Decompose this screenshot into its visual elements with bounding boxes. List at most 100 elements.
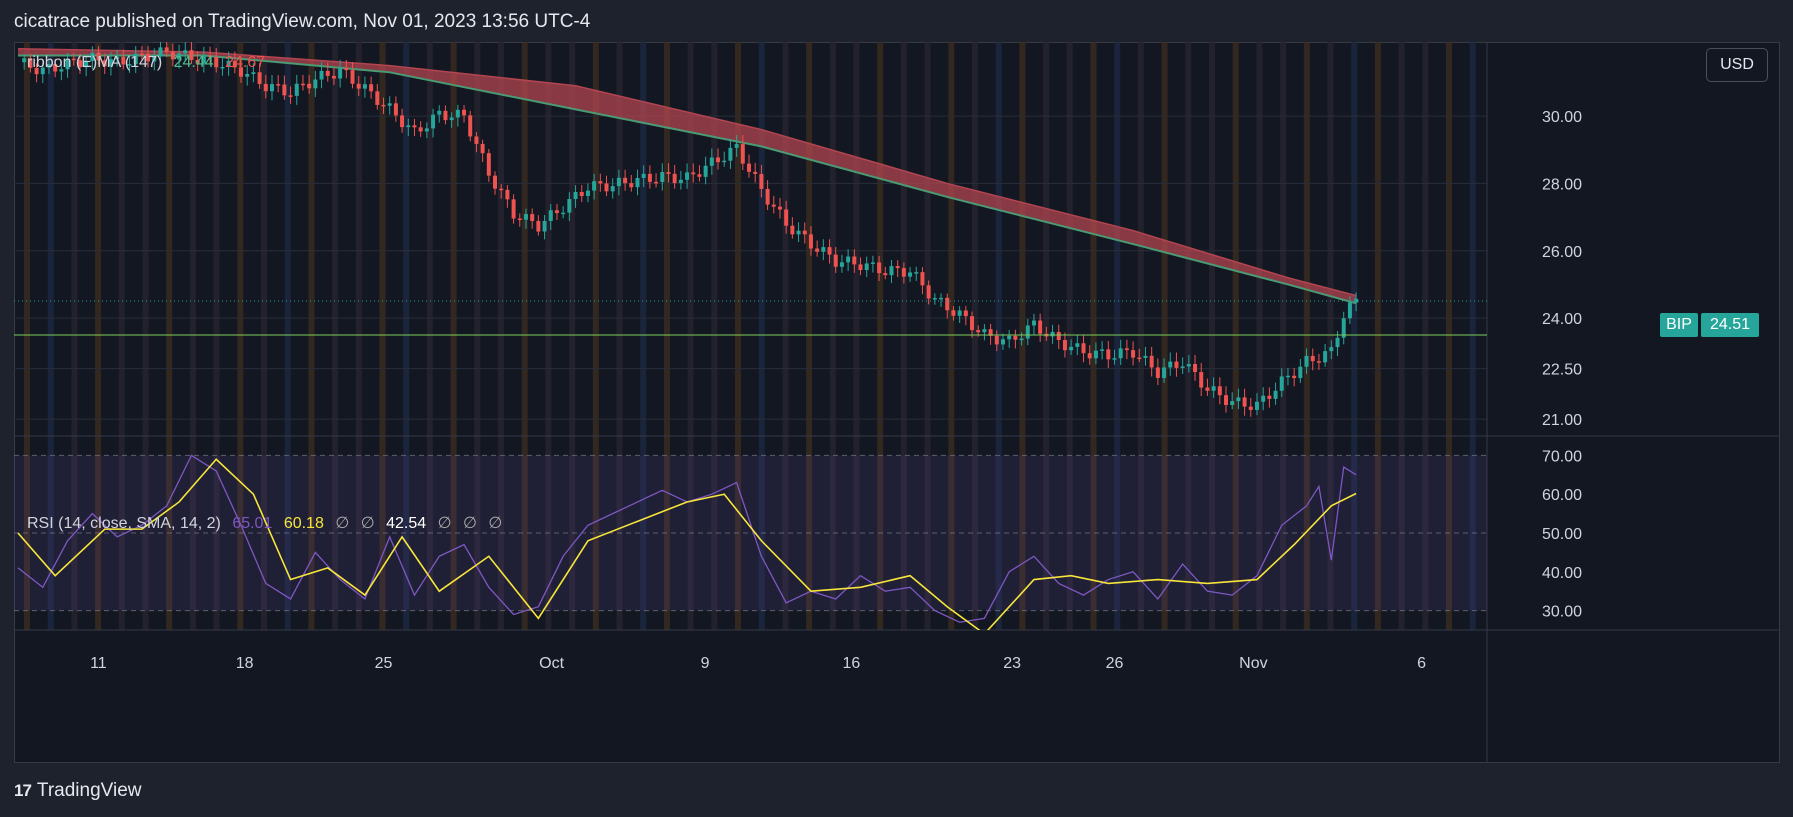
rsi-legend-empty-5: ∅	[488, 515, 503, 532]
candle-body	[276, 84, 281, 86]
candle-body	[424, 128, 429, 132]
candle-body	[821, 247, 826, 252]
candle-body	[654, 181, 659, 184]
candle-body	[815, 248, 820, 252]
rsi-legend-value: 65.01	[232, 515, 273, 532]
candle-body	[629, 183, 634, 188]
rsi-legend-empty-3: ∅	[437, 515, 452, 532]
candle-body	[1031, 320, 1036, 326]
candle-body	[1316, 361, 1321, 363]
candle-body	[307, 83, 312, 89]
tradingview-logo[interactable]: 17 TradingView	[14, 780, 141, 802]
rsi-legend-name: RSI (14, close, SMA, 14, 2)	[27, 515, 221, 532]
candle-body	[1304, 355, 1309, 367]
candle-body	[288, 95, 293, 97]
candle-body	[480, 143, 485, 154]
candle-body	[561, 212, 566, 215]
candle-body	[455, 109, 460, 118]
candle-body	[356, 83, 361, 89]
currency-button[interactable]: USD	[1706, 48, 1768, 82]
candle-body	[939, 297, 944, 300]
candle-body	[1224, 395, 1229, 406]
candle-body	[1056, 331, 1061, 341]
candle-body	[796, 230, 801, 235]
candle-body	[1106, 349, 1111, 360]
candle-body	[511, 199, 516, 219]
candle-body	[895, 266, 900, 269]
time-axis-label: 25	[375, 655, 393, 672]
candle-body	[716, 157, 721, 163]
candle-body	[331, 75, 336, 79]
price-axis-label: 21.00	[1542, 412, 1582, 429]
chart-canvas[interactable]: 30.00 28.00 26.00 24.00 22.50 21.00 70.00 60.00…	[14, 42, 1780, 763]
candle-body	[362, 84, 367, 89]
rsi-legend-ma-value: 60.18	[283, 515, 324, 532]
candle-body	[1279, 376, 1284, 391]
candle-body	[375, 91, 380, 105]
candle-body	[325, 70, 330, 76]
candle-body	[263, 83, 268, 92]
tradingview-brand: TradingView	[36, 780, 142, 801]
candle-body	[523, 214, 528, 220]
candle-body	[1038, 320, 1043, 334]
candle-body	[784, 209, 789, 226]
candle-body	[1329, 347, 1334, 352]
candle-body	[269, 84, 274, 92]
candle-body	[1261, 395, 1266, 402]
candle-body	[1168, 361, 1173, 368]
candle-body	[1155, 367, 1160, 378]
candle-body	[1273, 390, 1278, 399]
candle-body	[505, 189, 510, 200]
candle-body	[926, 285, 931, 299]
candle-body	[1267, 395, 1272, 399]
candle-body	[970, 316, 975, 331]
rsi-axis-label: 30.00	[1542, 604, 1582, 621]
candle-body	[1075, 343, 1080, 347]
candle-body	[734, 144, 739, 148]
candle-body	[610, 186, 615, 192]
price-axis-label: 28.00	[1542, 176, 1582, 193]
rsi-axis-label: 60.00	[1542, 487, 1582, 504]
price-axis-label: 30.00	[1542, 109, 1582, 126]
candle-body	[1298, 366, 1303, 379]
candle-body	[1062, 340, 1067, 351]
candle-body	[697, 174, 702, 177]
ribbon-legend[interactable]: ribbon (E)MA (147) 24.44 24.67	[27, 54, 272, 72]
candle-body	[1180, 366, 1185, 368]
candle-body	[691, 172, 696, 175]
candle-body	[839, 262, 844, 267]
candle-body	[1019, 338, 1024, 341]
symbol-badge: BIP	[1660, 313, 1698, 337]
candle-body	[598, 181, 603, 184]
candle-body	[393, 103, 398, 116]
candle-body	[1025, 325, 1030, 339]
candle-body	[1236, 397, 1241, 402]
rsi-legend-empty-1: ∅	[335, 515, 350, 532]
candle-body	[548, 210, 553, 221]
candle-body	[530, 214, 535, 221]
candle-body	[251, 72, 256, 74]
candle-body	[431, 114, 436, 129]
candle-body	[1013, 335, 1018, 340]
candle-body	[406, 125, 411, 128]
candle-body	[554, 210, 559, 214]
time-axis-label: 18	[236, 655, 254, 672]
candle-body	[901, 268, 906, 277]
candle-body	[1217, 386, 1222, 396]
publish-header: cicatrace published on TradingView.com, …	[14, 11, 591, 32]
candle-body	[1162, 367, 1167, 378]
candle-body	[765, 188, 770, 205]
price-axis-label: 24.00	[1542, 311, 1582, 328]
rsi-legend[interactable]: RSI (14, close, SMA, 14, 2) 65.01 60.18 …	[27, 513, 509, 533]
candle-body	[1323, 351, 1328, 363]
ribbon-legend-name: ribbon (E)MA (147)	[27, 54, 163, 71]
candle-body	[183, 50, 188, 54]
time-axis-label: 23	[1003, 655, 1021, 672]
time-axis-label: 16	[842, 655, 860, 672]
candle-body	[604, 183, 609, 192]
candle-body	[616, 177, 621, 187]
candle-body	[1174, 361, 1179, 368]
candle-body	[864, 263, 869, 271]
candle-body	[1149, 355, 1154, 368]
candle-body	[462, 109, 467, 116]
